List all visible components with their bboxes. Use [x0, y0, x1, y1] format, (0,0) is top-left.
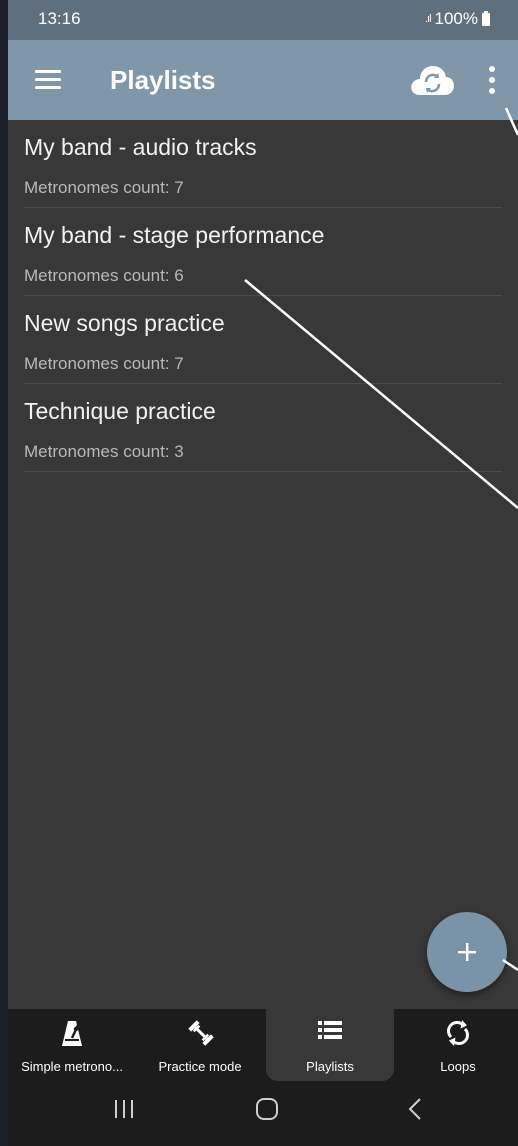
plus-icon: [458, 943, 476, 961]
signal-icon: .ıl: [424, 13, 431, 25]
tab-label: Simple metrono...: [21, 1059, 123, 1074]
playlist-title: New songs practice: [24, 310, 225, 336]
metronome-icon: [62, 1021, 82, 1046]
cloud-sync-icon[interactable]: [409, 62, 455, 98]
back-icon[interactable]: [404, 1097, 428, 1121]
tab-label: Playlists: [306, 1059, 354, 1074]
status-indicators: .ıl 100%: [425, 9, 490, 29]
system-navigation-bar: [8, 1081, 518, 1146]
recent-apps-icon[interactable]: [112, 1097, 136, 1121]
status-bar: 13:16 .ıl 100%: [8, 0, 518, 40]
home-icon[interactable]: [255, 1097, 279, 1121]
app-bar: Playlists: [8, 40, 518, 120]
dumbbell-icon: [188, 1020, 214, 1046]
tab-loops[interactable]: Loops: [394, 1009, 518, 1081]
list-item[interactable]: New songs practice Metronomes count: 7: [24, 296, 502, 384]
list-item[interactable]: My band - stage performance Metronomes c…: [24, 208, 502, 296]
list-icon: [318, 1021, 342, 1039]
playlist-title: Technique practice: [24, 398, 216, 424]
tab-practice-mode[interactable]: Practice mode: [136, 1009, 264, 1081]
phone-screen: 13:16 .ıl 100% Playlists My band - audio…: [8, 0, 518, 1146]
tab-label: Loops: [440, 1059, 476, 1074]
tab-simple-metronome[interactable]: Simple metrono...: [8, 1009, 136, 1081]
metronomes-count: Metronomes count: 6: [24, 266, 184, 285]
metronomes-count: Metronomes count: 7: [24, 178, 184, 197]
metronomes-count: Metronomes count: 7: [24, 354, 184, 373]
page-title: Playlists: [110, 65, 216, 95]
more-options-icon[interactable]: [482, 66, 502, 96]
list-item[interactable]: Technique practice Metronomes count: 3: [24, 384, 502, 472]
battery-icon: [482, 10, 490, 26]
playlist-title: My band - audio tracks: [24, 134, 257, 160]
bottom-navigation: Simple metrono... Practice mode Playlist: [8, 1009, 518, 1081]
tab-label: Practice mode: [158, 1059, 242, 1074]
metronomes-count: Metronomes count: 3: [24, 442, 184, 461]
playlist-list: My band - audio tracks Metronomes count:…: [8, 120, 518, 472]
playlist-title: My band - stage performance: [24, 222, 325, 248]
status-time: 13:16: [38, 9, 81, 28]
list-item[interactable]: My band - audio tracks Metronomes count:…: [24, 120, 502, 208]
tab-playlists[interactable]: Playlists: [266, 1009, 394, 1081]
add-playlist-button[interactable]: [427, 912, 507, 992]
hamburger-menu-icon[interactable]: [35, 70, 61, 90]
loop-icon: [447, 1020, 469, 1046]
battery-percent: 100%: [434, 9, 478, 28]
